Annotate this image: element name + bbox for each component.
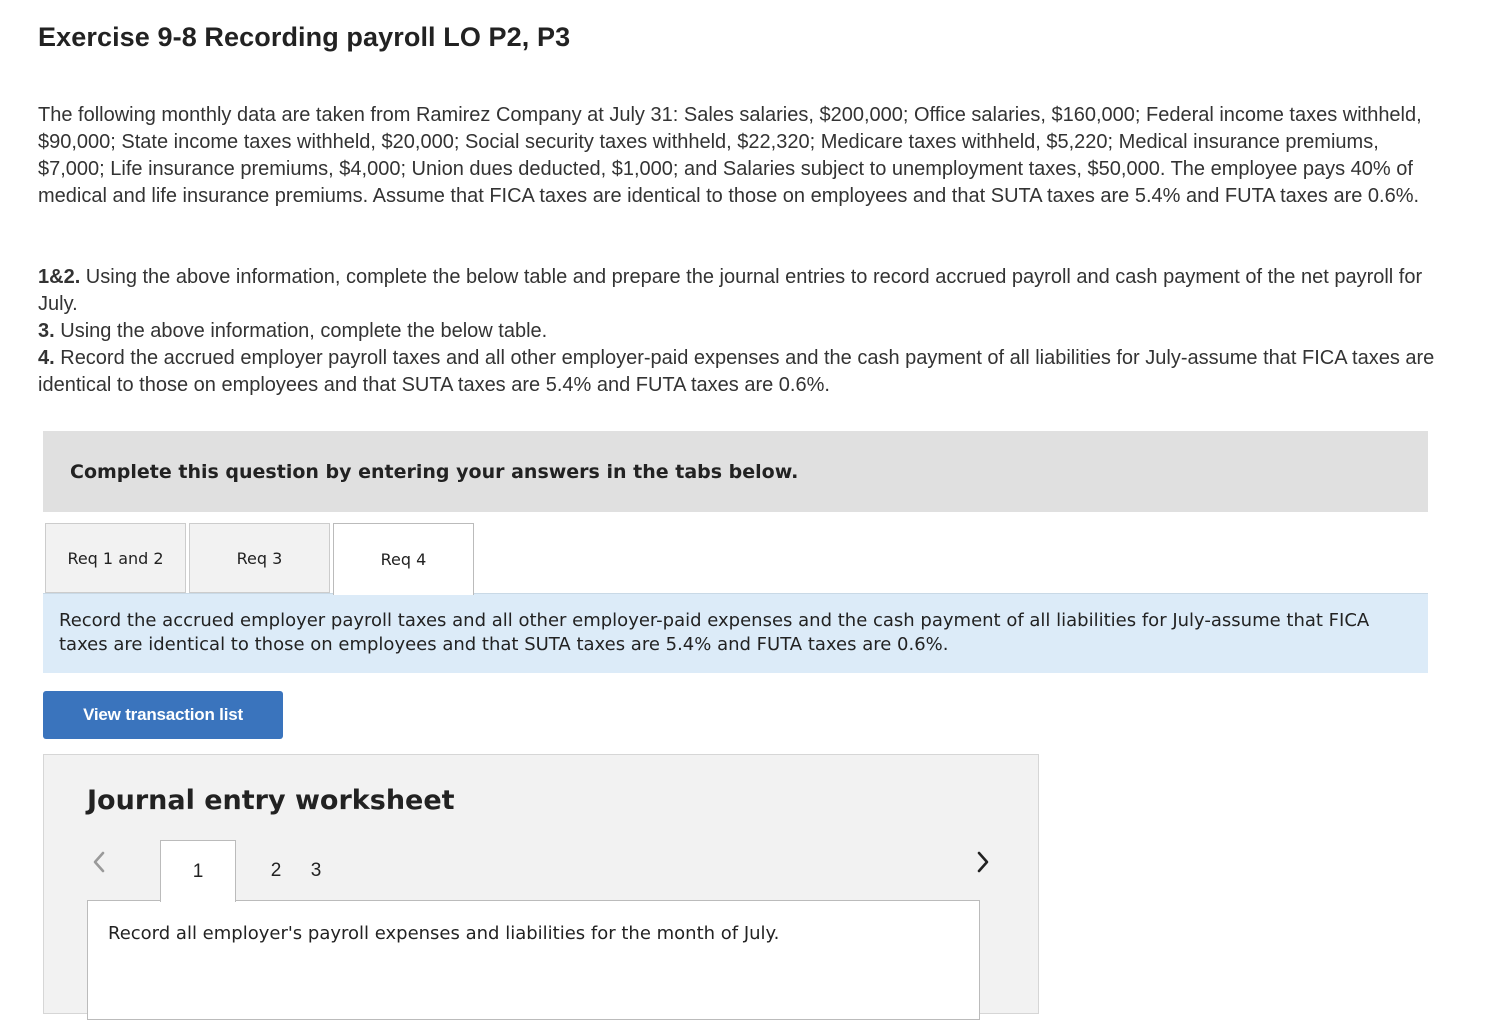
chevron-left-icon [93,851,105,873]
requirement-3: 3. Using the above information, complete… [38,318,1438,345]
requirement-text: Record the accrued employer payroll taxe… [38,347,1435,396]
requirement-text: Using the above information, complete th… [38,266,1423,315]
worksheet-title: Journal entry worksheet [87,785,455,816]
chevron-right-icon [977,851,989,873]
requirement-4: 4. Record the accrued employer payroll t… [38,345,1438,399]
journal-entry-worksheet: Journal entry worksheet 1 2 3 Record all… [43,754,1039,1020]
requirements-list: 1&2. Using the above information, comple… [38,264,1438,399]
requirement-number: 3. [38,320,55,342]
tab-req-4[interactable]: Req 4 [333,523,474,595]
page-number: 1 [192,860,204,882]
tab-description: Record the accrued employer payroll taxe… [43,593,1428,673]
requirement-1-2: 1&2. Using the above information, comple… [38,264,1438,318]
tab-label: Req 1 and 2 [67,548,164,568]
instruction-banner-text: Complete this question by entering your … [70,460,799,483]
worksheet-page-1[interactable]: 1 [160,840,236,902]
view-transaction-list-button[interactable]: View transaction list [43,691,283,739]
next-page-button[interactable] [970,849,996,875]
tab-req-3[interactable]: Req 3 [189,523,330,593]
worksheet-instruction: Record all employer's payroll expenses a… [108,923,780,944]
tab-label: Req 3 [236,548,283,568]
tab-req-1-and-2[interactable]: Req 1 and 2 [45,523,186,593]
worksheet-pagination: 1 2 3 [160,840,336,902]
page-title: Exercise 9-8 Recording payroll LO P2, P3 [38,22,571,52]
instruction-banner: Complete this question by entering your … [43,431,1428,512]
requirement-number: 1&2. [38,266,81,288]
requirement-text: Using the above information, complete th… [54,320,548,342]
requirement-tabs: Req 1 and 2 Req 3 Req 4 [45,523,477,595]
requirement-number: 4. [38,347,55,369]
prev-page-button[interactable] [86,849,112,875]
worksheet-page-3[interactable]: 3 [296,840,336,901]
page-number: 3 [310,859,322,881]
tab-description-text: Record the accrued employer payroll taxe… [59,610,1370,655]
problem-description: The following monthly data are taken fro… [38,104,1422,207]
tab-label: Req 4 [380,550,427,569]
page-number: 2 [270,859,282,881]
worksheet-page-2[interactable]: 2 [256,840,296,901]
worksheet-entry-panel: Record all employer's payroll expenses a… [87,900,980,1020]
